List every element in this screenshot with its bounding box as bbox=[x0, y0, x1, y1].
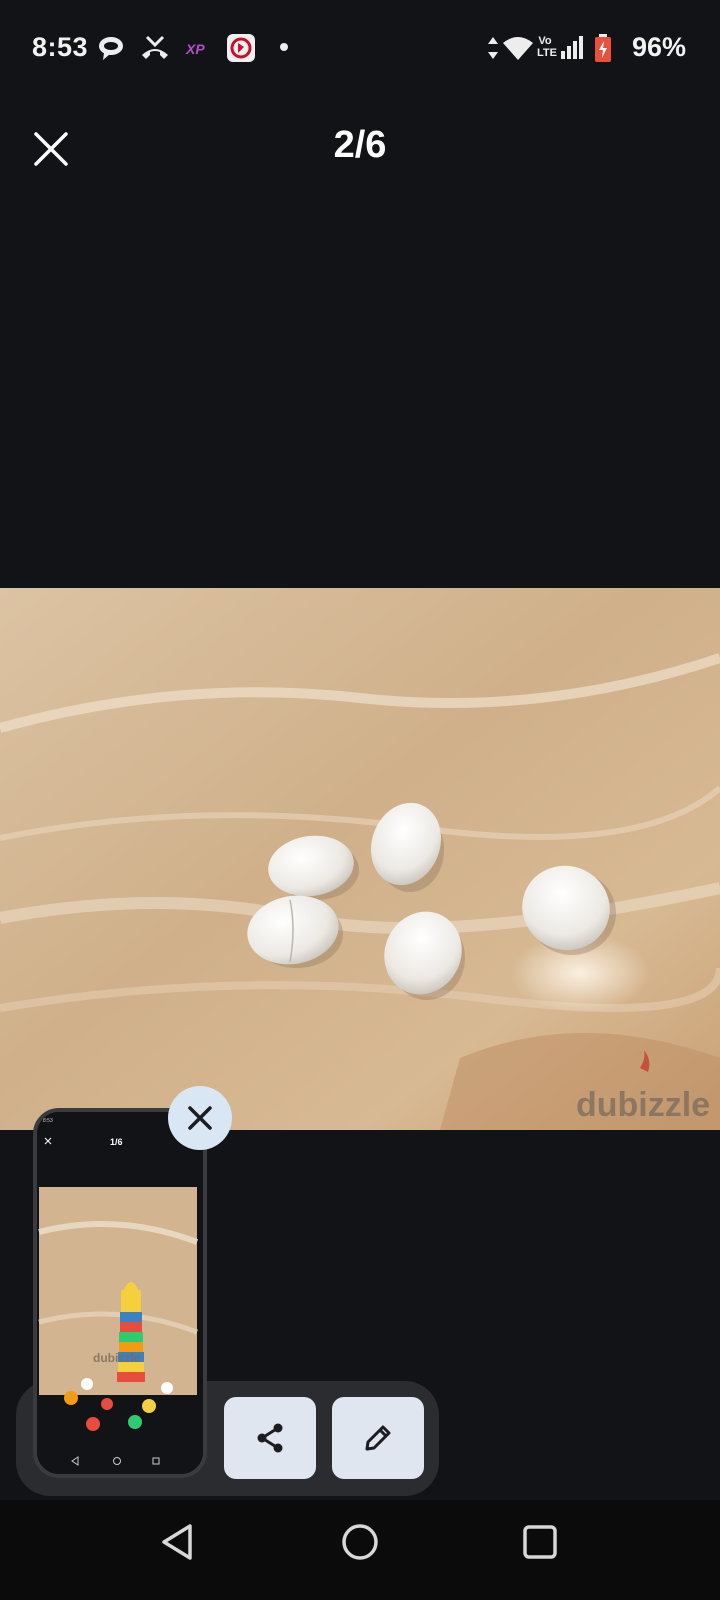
home-circle-icon[interactable] bbox=[340, 1522, 380, 1562]
share-button[interactable] bbox=[224, 1397, 316, 1479]
battery-charging-icon bbox=[595, 34, 611, 62]
back-triangle-icon[interactable] bbox=[158, 1522, 198, 1562]
more-notifications-dot bbox=[280, 43, 288, 51]
photo-watermark: dubizzle bbox=[576, 1086, 710, 1124]
volte-vo-label: Vo bbox=[538, 35, 552, 47]
thumbnail-preview: 8:53 1/6 dubizzle bbox=[37, 1112, 203, 1474]
thumbnail-counter: 1/6 bbox=[110, 1137, 123, 1147]
pencil-icon bbox=[365, 1425, 391, 1451]
signal-icon bbox=[561, 36, 583, 59]
image-counter: 2/6 bbox=[333, 124, 387, 166]
app-club-icon bbox=[227, 34, 255, 62]
close-icon bbox=[188, 1106, 212, 1130]
thumbnail-watermark: dubizzle bbox=[93, 1351, 141, 1365]
volte-lte-label: LTE bbox=[537, 47, 557, 59]
status-bar: 8:53 XP Vo LTE 96% bbox=[0, 0, 720, 100]
screenshot-thumbnail[interactable]: 8:53 1/6 dubizzle bbox=[33, 1108, 207, 1478]
main-photo[interactable]: dubizzle bbox=[0, 588, 720, 1130]
wifi-icon bbox=[503, 37, 533, 60]
missed-call-icon bbox=[142, 35, 168, 59]
system-nav-bar bbox=[0, 1500, 720, 1600]
data-activity-icon bbox=[488, 37, 498, 59]
app-xp-icon: XP bbox=[185, 41, 205, 57]
svg-text:XP: XP bbox=[185, 41, 205, 57]
recents-square-icon[interactable] bbox=[520, 1522, 560, 1562]
svg-text:8:53: 8:53 bbox=[43, 1118, 53, 1124]
volte-indicator: Vo LTE bbox=[537, 35, 557, 59]
status-time: 8:53 bbox=[32, 32, 89, 62]
chat-notification-icon bbox=[99, 37, 123, 60]
battery-percent: 96% bbox=[632, 32, 687, 62]
photo-eggs-on-marble: dubizzle bbox=[0, 588, 720, 1130]
edit-button[interactable] bbox=[332, 1397, 424, 1479]
dismiss-thumbnail-button[interactable] bbox=[168, 1086, 232, 1150]
share-icon bbox=[257, 1423, 283, 1453]
